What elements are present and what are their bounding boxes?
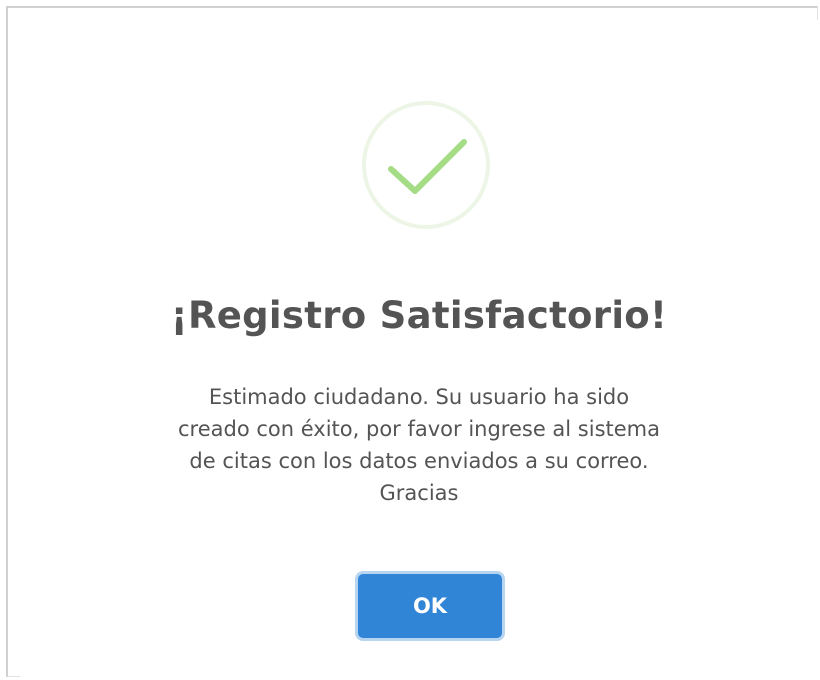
dialog-title: ¡Registro Satisfactorio! [170, 294, 668, 337]
message-line: de citas con los datos enviados a su cor… [189, 449, 649, 473]
success-dialog: ¡Registro Satisfactorio! Estimado ciudad… [20, 20, 818, 680]
window-frame: ¡Registro Satisfactorio! Estimado ciudad… [6, 6, 818, 680]
message-line: Gracias [379, 481, 459, 505]
checkmark-stroke [388, 139, 467, 194]
ok-button[interactable]: OK [358, 574, 502, 638]
checkmark-icon [388, 139, 467, 194]
message-line: creado con éxito, por favor ingrese al s… [178, 417, 660, 441]
success-icon-ring [362, 101, 490, 229]
dialog-message: Estimado ciudadano. Su usuario ha sido c… [99, 381, 739, 509]
message-line: Estimado ciudadano. Su usuario ha sido [208, 385, 630, 409]
